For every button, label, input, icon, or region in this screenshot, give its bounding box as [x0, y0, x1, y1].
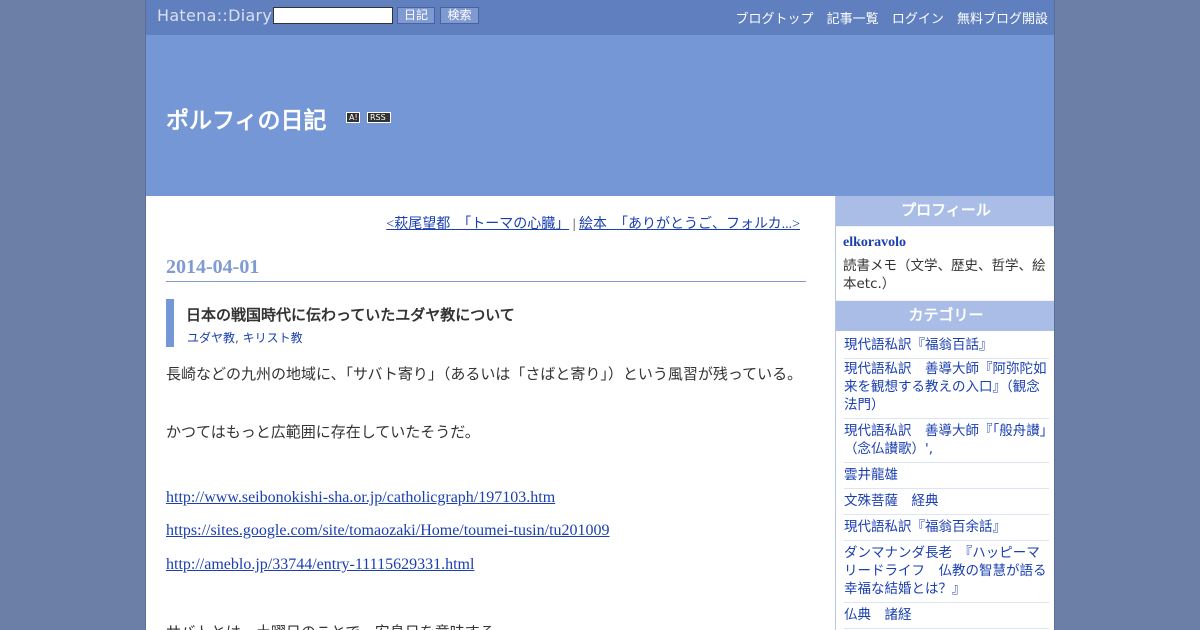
category-separator: ,	[235, 331, 239, 345]
diary-button[interactable]: 日記	[397, 7, 435, 24]
entry-category-link[interactable]: キリスト教	[243, 331, 303, 345]
category-item[interactable]: 現代語私訳『福翁百話』	[844, 336, 1049, 359]
category-item[interactable]: 現代語私訳『福翁百余話』	[844, 518, 1049, 541]
entry-categories: ユダヤ教, キリスト教	[187, 329, 303, 346]
top-nav: ブログトップ 記事一覧 ログイン 無料ブログ開設	[727, 8, 1048, 27]
page-container: Hatena::Diary 日記 検索 ブログトップ 記事一覧 ログイン 無料ブ…	[145, 0, 1055, 630]
antenna-badge[interactable]: A!	[346, 112, 360, 123]
nav-blog-top[interactable]: ブログトップ	[736, 12, 814, 27]
category-item[interactable]: 雲井龍雄	[844, 466, 1049, 489]
profile-name[interactable]: elkoravolo	[843, 235, 906, 251]
entry-category-link[interactable]: ユダヤ教	[187, 331, 235, 345]
category-item[interactable]: 仏典 諸経	[844, 606, 1049, 629]
nav-login[interactable]: ログイン	[892, 12, 944, 27]
top-bar: Hatena::Diary 日記 検索 ブログトップ 記事一覧 ログイン 無料ブ…	[146, 0, 1054, 35]
entry-paragraph: 長崎などの九州の地域に、「サバト寄り」（あるいは「さばと寄り」）という風習が残っ…	[166, 365, 803, 383]
profile-description: 読書メモ（文学、歴史、哲学、絵本etc.）	[843, 258, 1046, 292]
blog-header: ポルフィの日記 A! RSS	[146, 35, 1054, 196]
pager-separator: |	[572, 217, 576, 232]
search-input[interactable]	[273, 7, 393, 24]
category-item[interactable]: 現代語私訳 善導大師『「般舟讃」（念仏讃歌）',	[844, 422, 1049, 463]
search-button[interactable]: 検索	[440, 7, 479, 24]
category-item[interactable]: ダンマナンダ長老 『ハッピーマリードライフ 仏教の智慧が語る幸福な結婚とは？』	[844, 544, 1049, 603]
sidebar: プロフィール elkoravolo 読書メモ（文学、歴史、哲学、絵本etc.） …	[835, 196, 1054, 630]
profile-heading: プロフィール	[836, 196, 1054, 226]
rss-badge[interactable]: RSS	[367, 112, 391, 123]
category-heading: カテゴリー	[836, 301, 1054, 331]
entry-date[interactable]: 2014-04-01	[166, 256, 806, 282]
entry-paragraph: かつてはもっと広範囲に存在していたそうだ。	[166, 423, 480, 441]
next-entry-link[interactable]: 絵本 「ありがとうご、フォルカ...>	[579, 217, 800, 232]
blog-title[interactable]: ポルフィの日記	[166, 101, 327, 135]
reference-link[interactable]: http://www.seibonokishi-sha.or.jp/cathol…	[166, 489, 555, 507]
category-list: 現代語私訳『福翁百話』 現代語私訳 善導大師『阿弥陀如来を観想する教えの入口』（…	[836, 331, 1054, 630]
category-item[interactable]: 現代語私訳 善導大師『阿弥陀如来を観想する教えの入口』（観念法門）	[844, 360, 1049, 419]
entry-paragraph: サバトとは、土曜日のことで、安息日を意味する。	[166, 620, 811, 630]
hatena-diary-logo[interactable]: Hatena::Diary	[157, 6, 272, 25]
profile-box: elkoravolo 読書メモ（文学、歴史、哲学、絵本etc.）	[836, 227, 1054, 300]
entry-header: 日本の戦国時代に伝わっていたユダヤ教について ユダヤ教, キリスト教	[166, 299, 786, 347]
reference-link[interactable]: http://ameblo.jp/33744/entry-11115629331…	[166, 556, 474, 574]
main-column: <萩尾望都 「トーマの心臓」 | 絵本 「ありがとうご、フォルカ...> 201…	[146, 196, 834, 630]
category-item[interactable]: 文殊菩薩 経典	[844, 492, 1049, 515]
prev-entry-link[interactable]: <萩尾望都 「トーマの心臓」	[386, 217, 569, 232]
entry-title[interactable]: 日本の戦国時代に伝わっていたユダヤ教について	[186, 304, 515, 325]
pager: <萩尾望都 「トーマの心臓」 | 絵本 「ありがとうご、フォルカ...>	[386, 213, 800, 233]
nav-open-blog[interactable]: 無料ブログ開設	[957, 12, 1048, 27]
nav-article-list[interactable]: 記事一覧	[827, 12, 879, 27]
reference-link[interactable]: https://sites.google.com/site/tomaozaki/…	[166, 522, 610, 540]
